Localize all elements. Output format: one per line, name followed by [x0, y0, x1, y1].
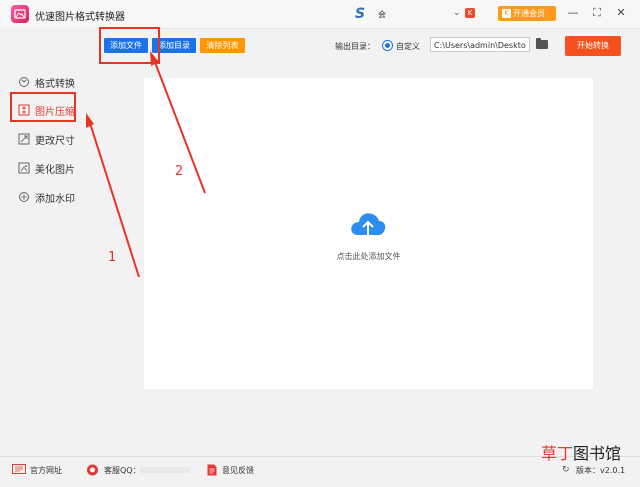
annotation-arrowhead-1: [86, 113, 94, 128]
annotation-arrowhead-2: [150, 51, 159, 66]
annotation-number-2: 2: [175, 164, 184, 179]
annotation-arrows: [86, 51, 206, 278]
annotation-number-1: 1: [108, 250, 117, 265]
